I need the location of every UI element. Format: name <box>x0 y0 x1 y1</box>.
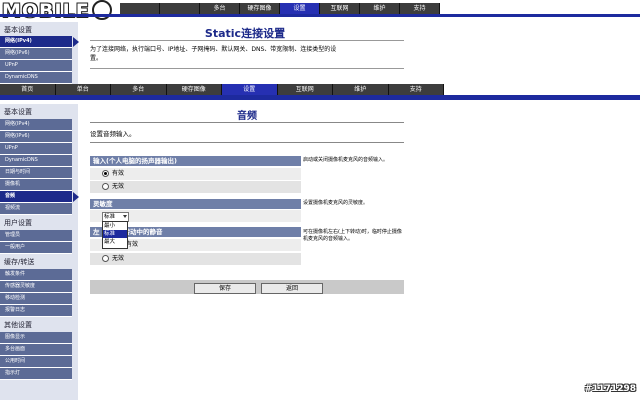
chevron-down-icon <box>123 215 127 218</box>
sidebar-item-motion-detect[interactable]: 移动检测 <box>0 293 72 305</box>
top-sidebar-item-network-ipv4[interactable]: 网络(IPv4) <box>0 36 79 48</box>
sidebar-item-camera[interactable]: 摄像机 <box>0 179 72 191</box>
mobile01-logo: MOBILE <box>2 0 130 22</box>
help-text-input: 启动或关闭摄像机麦克风的音频输入。 <box>303 157 389 163</box>
arrow-right-icon <box>73 37 79 47</box>
divider <box>90 40 404 41</box>
sidebar-item-datetime[interactable]: 日期与时间 <box>0 167 72 179</box>
top-sidebar: 基本设置 网络(IPv4) 网络(IPv6) UPnP DynamicDNS <box>0 22 79 84</box>
radio-label: 有效 <box>112 170 125 177</box>
dropdown-option-max[interactable]: 最大 <box>103 238 127 246</box>
top-tab-internet[interactable]: 互联网 <box>320 3 360 14</box>
tab-single[interactable]: 单台 <box>55 84 111 95</box>
page-description: 设置音频输入。 <box>90 130 136 138</box>
tab-settings[interactable]: 设置 <box>222 84 278 95</box>
sidebar-item-general-user[interactable]: 一般用户 <box>0 242 72 254</box>
top-sidebar-item-network-ipv6[interactable]: 网络(IPv6) <box>0 48 72 60</box>
page-title: 音频 <box>237 111 257 122</box>
save-button[interactable]: 保存 <box>194 283 256 294</box>
sidebar-item-dynamicdns[interactable]: DynamicDNS <box>0 155 72 167</box>
top-tab-2[interactable] <box>160 3 200 14</box>
top-sidebar-item-dynamicdns[interactable]: DynamicDNS <box>0 72 72 84</box>
section-header-sensitivity: 灵敏度 <box>90 199 301 209</box>
section-header-input: 输入(个人电脑的扬声器输出) <box>90 156 301 166</box>
sidebar-item-network-ipv6[interactable]: 网络(IPv6) <box>0 131 72 143</box>
top-tab-storage[interactable]: 硬存图像 <box>240 3 280 14</box>
top-tab-1[interactable] <box>120 3 160 14</box>
main-nav-bar: 首页 单台 多台 硬存图像 设置 互联网 维护 支持 <box>0 84 444 95</box>
top-nav-bar: 多台 硬存图像 设置 互联网 维护 支持 <box>120 3 440 14</box>
tab-maintenance[interactable]: 维护 <box>333 84 389 95</box>
sidebar-item-multi-screen[interactable]: 多台画面 <box>0 344 72 356</box>
top-sidebar-item-upnp[interactable]: UPnP <box>0 60 72 72</box>
top-page-title: Static连接设置 <box>204 27 286 40</box>
sidebar-item-indicator[interactable]: 指示灯 <box>0 368 72 380</box>
tab-storage-image[interactable]: 硬存图像 <box>166 84 222 95</box>
top-tab-support[interactable]: 支持 <box>400 3 440 14</box>
sidebar-item-sensor-sensitivity[interactable]: 传感器灵敏度 <box>0 281 72 293</box>
divider <box>90 142 404 143</box>
divider <box>90 122 404 123</box>
radio-row-input-on[interactable]: 有效 <box>90 168 301 181</box>
radio-button[interactable] <box>102 255 109 262</box>
sidebar-item-upnp[interactable]: UPnP <box>0 143 72 155</box>
sidebar-item-video-stream[interactable]: 视频流 <box>0 203 72 215</box>
sidebar-group-users: 用户设置 <box>4 219 32 227</box>
sidebar-group-buffer: 缓存/转送 <box>4 258 35 266</box>
sidebar-item-image-display[interactable]: 图像显示 <box>0 332 72 344</box>
sidebar-group-basic: 基本设置 <box>4 108 32 116</box>
help-text-mute: 可在摄像机左右(上下转动)时，临时停止摄像机麦克风的音频输入。 <box>303 229 402 242</box>
arrow-right-icon <box>73 192 79 202</box>
top-page-description: 为了连接网络，执行端口号、IP地址、子网掩码、默认网关、DNS、带宽限制、连接类… <box>90 46 337 62</box>
sidebar-item-public-time[interactable]: 公用时间 <box>0 356 72 368</box>
sidebar-item-alarm-log[interactable]: 报警日志 <box>0 305 72 317</box>
sidebar-group-other: 其他设置 <box>4 321 32 329</box>
top-tab-maintenance[interactable]: 维护 <box>360 3 400 14</box>
watermark: #1171298 <box>584 384 636 394</box>
tab-support[interactable]: 支持 <box>388 84 444 95</box>
tab-multi[interactable]: 多台 <box>111 84 167 95</box>
header-strip <box>0 95 640 100</box>
sidebar-item-admin[interactable]: 管理员 <box>0 230 72 242</box>
tab-home[interactable]: 首页 <box>0 84 56 95</box>
radio-label: 无效 <box>112 183 125 190</box>
radio-button[interactable] <box>102 183 109 190</box>
top-header-strip <box>0 14 640 17</box>
top-sidebar-group: 基本设置 <box>4 26 32 34</box>
help-text-sensitivity: 设置摄像机麦克风的灵敏度。 <box>303 200 369 206</box>
top-tab-settings[interactable]: 设置 <box>280 3 320 14</box>
radio-row-input-off[interactable]: 无效 <box>90 181 301 194</box>
sidebar: 基本设置 网络(IPv4) 网络(IPv6) UPnP DynamicDNS 日… <box>0 104 79 400</box>
dropdown-option-standard[interactable]: 标准 <box>103 230 127 238</box>
tab-internet[interactable]: 互联网 <box>277 84 333 95</box>
sensitivity-dropdown-list: 最小 标准 最大 <box>102 221 128 249</box>
divider <box>90 68 404 69</box>
sidebar-item-network-ipv4[interactable]: 网络(IPv4) <box>0 119 72 131</box>
sidebar-item-trigger[interactable]: 触发条件 <box>0 269 72 281</box>
dropdown-option-min[interactable]: 最小 <box>103 222 127 230</box>
radio-row-mute-off[interactable]: 无效 <box>90 253 301 266</box>
back-button[interactable]: 返回 <box>261 283 323 294</box>
radio-button-selected[interactable] <box>102 170 109 177</box>
sidebar-item-audio[interactable]: 音频 <box>0 191 79 203</box>
top-tab-multi[interactable]: 多台 <box>200 3 240 14</box>
radio-label: 无效 <box>112 255 125 262</box>
